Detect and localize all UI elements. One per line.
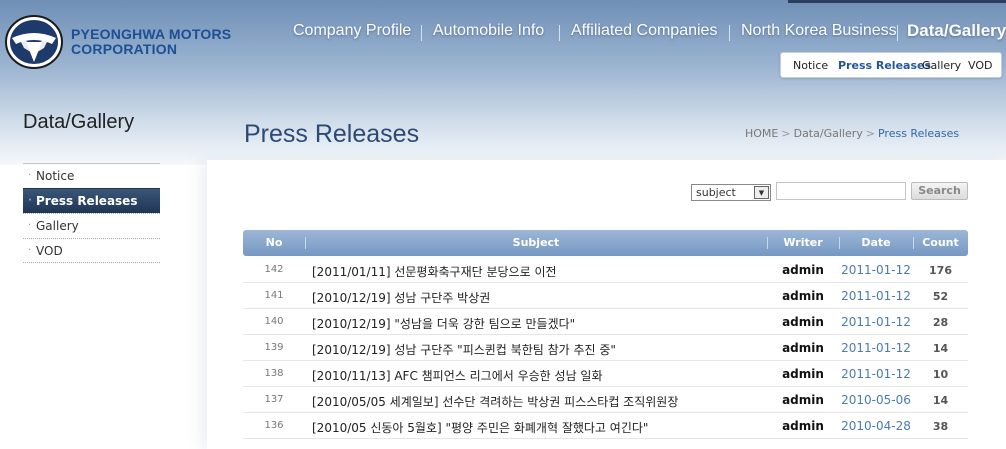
brand-line-1: PYEONGHWA MOTORS	[71, 26, 232, 42]
row-number: 138	[264, 368, 284, 379]
bullet-icon: ·	[28, 195, 32, 206]
row-date: 2010-04-28	[841, 419, 911, 433]
press-release-list: 142 [2011/01/11] 선문평화축구재단 분당으로 이전 admin …	[243, 257, 968, 439]
search-field-select[interactable]: subject ▼	[691, 184, 771, 201]
breadcrumb: HOME > Data/Gallery > Press Releases	[745, 127, 959, 140]
table-row: 137 [2010/05/05 세계일보] 선수단 격려하는 박상권 피스스타컵…	[243, 387, 968, 413]
gnb-divider	[421, 25, 422, 41]
subnav-press-releases[interactable]: Press Releases	[838, 59, 931, 72]
row-count: 52	[932, 290, 949, 303]
subnav-notice[interactable]: Notice	[793, 59, 828, 72]
gnb-divider	[897, 25, 898, 41]
gnb-divider	[559, 25, 560, 41]
row-subject-link[interactable]: [2011/01/11] 선문평화축구재단 분당으로 이전	[312, 263, 557, 280]
bullet-icon: ·	[28, 220, 32, 231]
table-row: 136 [2010/05 신동아 5월호] "평양 주민은 화폐개혁 잘했다고 …	[243, 413, 968, 439]
sidebar-item-label: Press Releases	[36, 194, 138, 208]
row-subject-link[interactable]: [2010/11/13] AFC 챔피언스 리그에서 우승한 성남 일화	[312, 367, 603, 384]
row-count: 28	[932, 316, 949, 329]
gnb-automobile-info[interactable]: Automobile Info	[433, 22, 544, 40]
gnb-company-profile[interactable]: Company Profile	[293, 22, 411, 40]
row-number: 141	[264, 290, 284, 301]
breadcrumb-data-gallery[interactable]: Data/Gallery	[794, 127, 863, 140]
row-subject-link[interactable]: [2010/12/19] "성남을 더욱 강한 팀으로 만들겠다"	[312, 315, 575, 332]
bullet-icon: ·	[28, 245, 32, 256]
subnav-gallery[interactable]: Gallery	[922, 59, 961, 72]
row-writer: admin	[782, 367, 824, 381]
sidebar-item-vod[interactable]: · VOD	[23, 238, 160, 263]
table-row: 140 [2010/12/19] "성남을 더욱 강한 팀으로 만들겠다" ad…	[243, 309, 968, 335]
row-writer: admin	[782, 315, 824, 329]
row-date: 2010-05-06	[841, 393, 911, 407]
row-count: 38	[932, 420, 949, 433]
chevron-down-icon: ▼	[754, 186, 769, 199]
gnb-data-gallery[interactable]: Data/Gallery	[907, 21, 1006, 41]
top-utility-bar	[788, 0, 1006, 3]
row-date: 2011-01-12	[841, 367, 911, 381]
breadcrumb-separator-icon: >	[781, 127, 791, 140]
table-row: 139 [2010/12/19] 성남 구단주 "피스퀸컵 북한팀 참가 추진 …	[243, 335, 968, 361]
pmc-logo-icon[interactable]: PMC	[4, 14, 64, 70]
row-number: 142	[264, 264, 284, 275]
table-header: No Subject Writer Date Count	[243, 230, 968, 256]
row-number: 136	[264, 420, 284, 431]
col-header-count: Count	[922, 236, 959, 249]
row-date: 2011-01-12	[841, 341, 911, 355]
row-writer: admin	[782, 341, 824, 355]
col-header-writer: Writer	[783, 236, 823, 249]
sidebar-item-gallery[interactable]: · Gallery	[23, 213, 160, 238]
col-header-date: Date	[861, 236, 891, 249]
search-input[interactable]	[776, 182, 906, 200]
col-header-subject: Subject	[512, 236, 560, 249]
sidebar-item-press-releases[interactable]: · Press Releases	[23, 188, 160, 213]
subnav-vod[interactable]: VOD	[968, 59, 992, 72]
row-subject-link[interactable]: [2010/12/19] 성남 구단주 박상권	[312, 289, 490, 306]
row-date: 2011-01-12	[841, 315, 911, 329]
sidebar-item-label: VOD	[36, 244, 63, 258]
search-button[interactable]: Search	[911, 182, 968, 200]
sidebar-menu: · Notice · Press Releases · Gallery · VO…	[23, 163, 160, 263]
row-writer: admin	[782, 263, 824, 277]
row-subject-link[interactable]: [2010/05 신동아 5월호] "평양 주민은 화폐개혁 잘했다고 여긴다"	[312, 419, 648, 436]
logo-text: PMC	[25, 23, 43, 32]
breadcrumb-current: Press Releases	[877, 127, 960, 140]
sidebar-item-label: Notice	[36, 169, 75, 183]
row-writer: admin	[782, 393, 824, 407]
row-number: 137	[264, 394, 284, 405]
col-header-no: No	[265, 236, 283, 249]
row-subject-link[interactable]: [2010/05/05 세계일보] 선수단 격려하는 박상권 피스스타컵 조직위…	[312, 393, 678, 410]
row-number: 140	[264, 316, 284, 327]
sidebar-item-notice[interactable]: · Notice	[23, 163, 160, 188]
row-count: 10	[932, 368, 949, 381]
gnb-divider	[729, 25, 730, 41]
gnb-affiliated-companies[interactable]: Affiliated Companies	[571, 22, 717, 40]
row-count: 14	[932, 342, 949, 355]
sidebar-title: Data/Gallery	[23, 111, 135, 133]
row-date: 2011-01-12	[841, 263, 911, 277]
select-value: subject	[696, 186, 736, 199]
row-writer: admin	[782, 289, 824, 303]
page-title: Press Releases	[244, 120, 420, 148]
row-number: 139	[264, 342, 284, 353]
gnb-north-korea-business[interactable]: North Korea Business	[741, 22, 897, 40]
sub-nav: Notice Press Releases Gallery VOD	[780, 52, 1002, 78]
table-row: 142 [2011/01/11] 선문평화축구재단 분당으로 이전 admin …	[243, 257, 968, 283]
table-row: 141 [2010/12/19] 성남 구단주 박상권 admin 2011-0…	[243, 283, 968, 309]
row-count: 14	[932, 394, 949, 407]
row-subject-link[interactable]: [2010/12/19] 성남 구단주 "피스퀸컵 북한팀 참가 추진 중"	[312, 341, 616, 358]
row-writer: admin	[782, 419, 824, 433]
row-count: 176	[929, 264, 952, 277]
breadcrumb-separator-icon: >	[865, 127, 875, 140]
bullet-icon: ·	[28, 170, 32, 181]
sidebar-item-label: Gallery	[36, 219, 79, 233]
row-date: 2011-01-12	[841, 289, 911, 303]
brand-line-2: CORPORATION	[71, 41, 178, 57]
breadcrumb-home[interactable]: HOME	[745, 127, 778, 140]
brand-name[interactable]: PYEONGHWA MOTORS CORPORATION	[71, 27, 231, 57]
table-row: 138 [2010/11/13] AFC 챔피언스 리그에서 우승한 성남 일화…	[243, 361, 968, 387]
